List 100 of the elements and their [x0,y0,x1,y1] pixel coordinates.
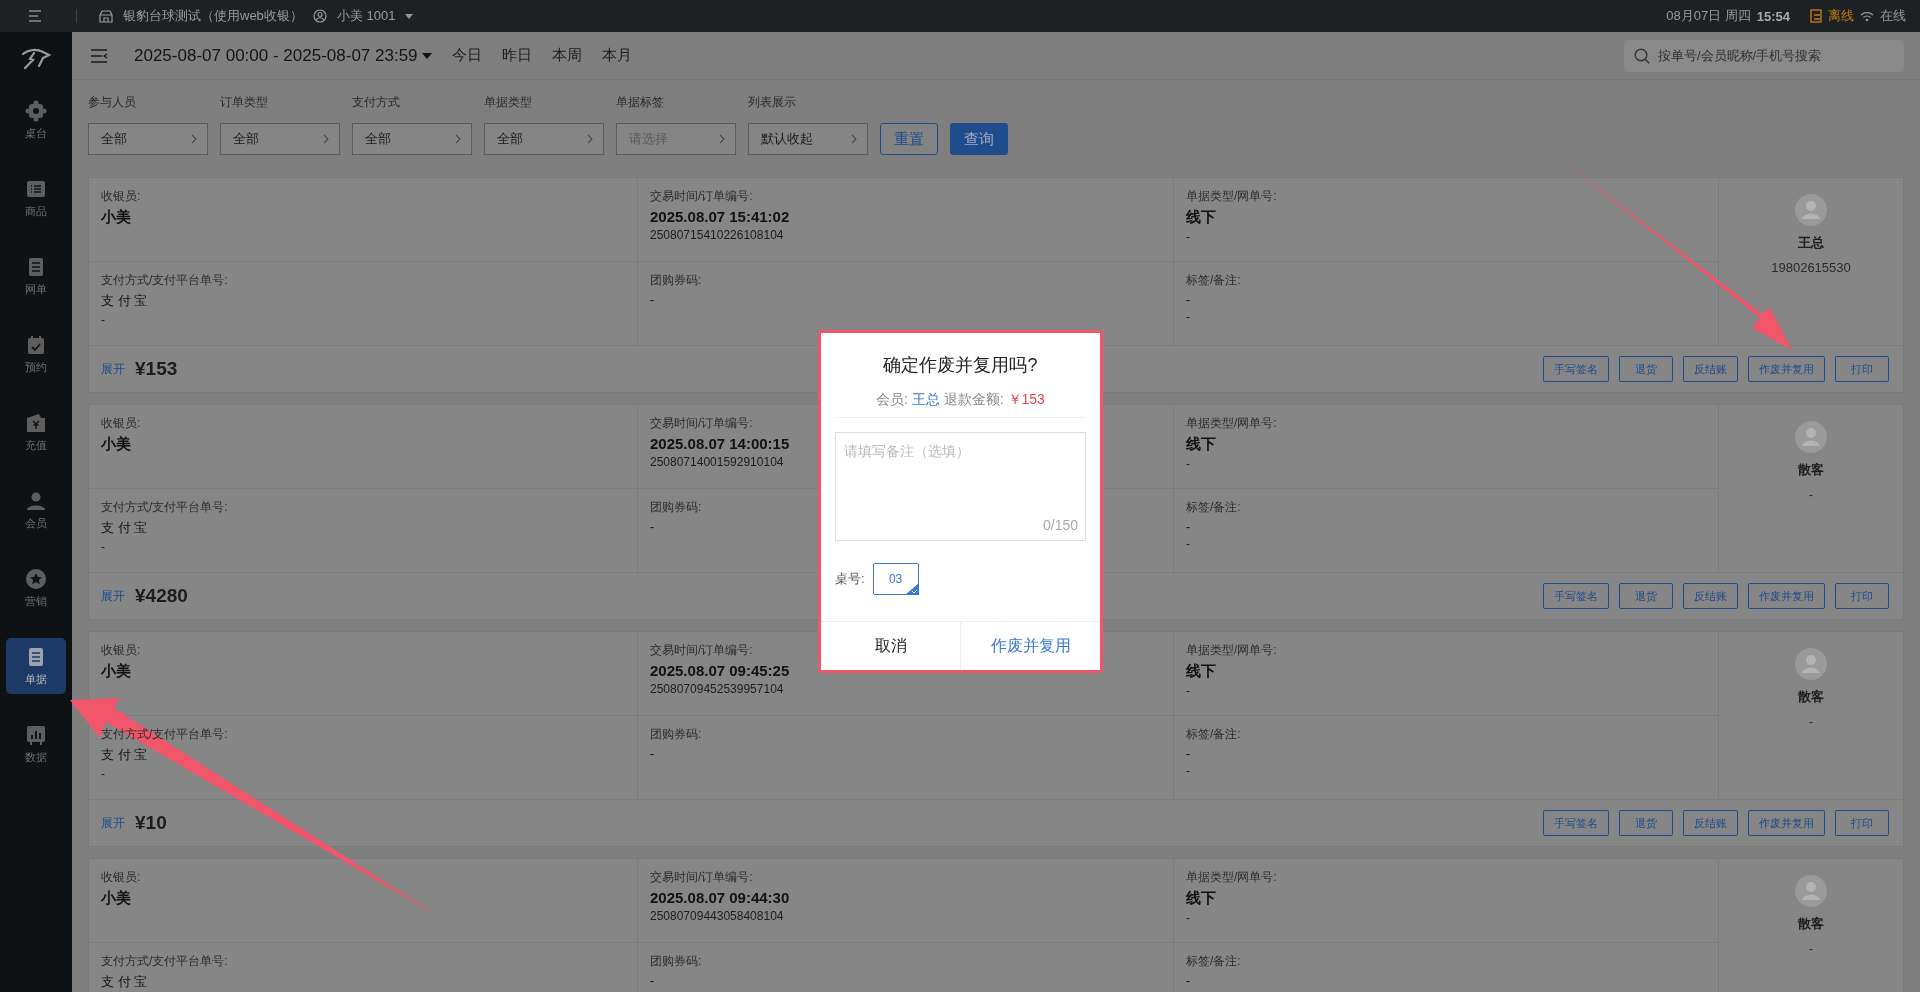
sidebar-item[interactable]: 商品 [6,170,66,226]
field-value: - [650,292,655,307]
field-label: 标签/备注: [1186,726,1241,743]
field-label: 交易时间/订单编号: [650,415,753,432]
chevron-right-icon [851,134,857,144]
field-value: - [1186,746,1191,761]
sidebar-item[interactable]: 会员 [6,482,66,538]
field-value: - [1186,973,1191,988]
expand-link[interactable]: 展开 [101,587,125,605]
field-value: 小美 [101,889,131,908]
field-label: 标签/备注: [1186,953,1241,970]
menu-icon[interactable] [28,10,42,22]
order-action-button[interactable]: 打印 [1835,583,1889,609]
order-action-button[interactable]: 手写签名 [1543,356,1609,382]
field-value: 小美 [101,208,131,227]
field-value: - [1186,537,1190,551]
filter-select[interactable]: 全部 [88,123,208,155]
field-value: 小美 [101,662,131,681]
order-action-button[interactable]: 作废并复用 [1748,356,1825,382]
field-label: 收银员: [101,188,141,205]
order-action-button[interactable]: 作废并复用 [1748,810,1825,836]
search-icon [1634,47,1650,64]
user-name[interactable]: 小美 1001 [336,7,396,25]
caret-icon[interactable] [405,13,414,19]
order-action-button[interactable]: 打印 [1835,356,1889,382]
filter-select[interactable]: 全部 [220,123,340,155]
filter-label: 参与人员 [88,94,137,111]
table-number-option[interactable]: 03 [872,563,919,595]
field-label: 单据类型/网单号: [1186,869,1277,886]
field-label: 团购券码: [650,953,702,970]
order-action-button[interactable]: 手写签名 [1543,583,1609,609]
sidebar-item[interactable]: 网单 [6,248,66,304]
refund-summary: 会员: 王总 退款金额: ￥153 [835,391,1086,418]
field-value: - [1186,764,1190,778]
sidebar-item[interactable]: 桌台 [6,92,66,148]
order-amount: ¥4280 [135,585,188,607]
offline-status: 离线 [1828,7,1854,25]
order-action-button[interactable]: 手写签名 [1543,810,1609,836]
order-action-button[interactable]: 退货 [1619,356,1673,382]
date-text: 08月07日 周四 [1666,7,1751,25]
collapse-menu-icon[interactable] [90,48,108,63]
order-action-button[interactable]: 退货 [1619,810,1673,836]
avatar-icon [1795,875,1827,907]
query-button[interactable]: 查询 [950,123,1008,155]
field-value: 线下 [1186,435,1216,454]
sidebar-item[interactable]: 单据 [6,638,66,694]
field-value: - [1186,684,1190,698]
order-action-button[interactable]: 反结账 [1683,356,1738,382]
dialog-title: 确定作废并复用吗? [882,354,1039,377]
field-value: - [1186,310,1190,324]
field-value: - [1186,519,1191,534]
expand-link[interactable]: 展开 [101,360,125,378]
confirm-button[interactable]: 作废并复用 [960,622,1100,670]
field-label: 单据类型/网单号: [1186,188,1277,205]
field-value: - [650,746,655,761]
field-label: 支付方式/支付平台单号: [101,499,228,516]
field-value: 25080715410226108104 [650,228,784,242]
field-value: - [650,519,655,534]
filter-label: 列表展示 [748,94,797,111]
chevron-right-icon [719,134,725,144]
order-action-button[interactable]: 退货 [1619,583,1673,609]
field-value: - [650,973,655,988]
filter-select[interactable]: 默认收起 [748,123,868,155]
order-action-button[interactable]: 反结账 [1683,583,1738,609]
field-label: 团购券码: [650,272,702,289]
field-value: 25080714001592910104 [650,455,784,469]
sidebar-item[interactable]: 充值 [6,404,66,460]
date-shortcut-link[interactable]: 本月 [601,46,632,65]
expand-link[interactable]: 展开 [101,814,125,832]
avatar-icon [1795,648,1827,680]
order-amount: ¥10 [135,812,167,834]
online-status: 在线 [1880,7,1906,25]
sidebar-item[interactable]: 数据 [6,716,66,772]
character-counter: 0/150 [1042,517,1078,533]
filter-select[interactable]: 全部 [352,123,472,155]
sidebar-item[interactable]: 预约 [6,326,66,382]
table-number-label: 桌号: [835,570,865,588]
date-shortcut-link[interactable]: 昨日 [501,46,532,65]
field-value: - [101,540,105,554]
avatar-icon [1795,194,1827,226]
field-value: 小美 [101,435,131,454]
field-label: 收银员: [101,642,141,659]
order-action-button[interactable]: 打印 [1835,810,1889,836]
store-name: 银豹台球测试（使用web收银） [123,7,303,25]
field-value: - [1186,457,1190,471]
field-value: 2025.08.07 09:45:25 [650,662,790,679]
member-name: 王总 [1798,234,1824,252]
field-label: 收银员: [101,869,141,886]
field-label: 单据类型/网单号: [1186,415,1277,432]
order-action-button[interactable]: 作废并复用 [1748,583,1825,609]
search-field[interactable]: 按单号/会员昵称/手机号搜索 [1624,39,1904,72]
date-shortcut-link[interactable]: 本周 [551,46,582,65]
date-shortcut-link[interactable]: 今日 [451,46,482,65]
reset-button[interactable]: 重置 [880,123,938,155]
caret-icon [421,52,432,59]
field-label: 标签/备注: [1186,499,1241,516]
order-action-button[interactable]: 反结账 [1683,810,1738,836]
date-range-picker[interactable]: 2025-08-07 00:00 - 2025-08-07 23:59 [134,45,432,66]
sidebar-item[interactable]: 营销 [6,560,66,616]
filter-select[interactable]: 全部 [484,123,604,155]
